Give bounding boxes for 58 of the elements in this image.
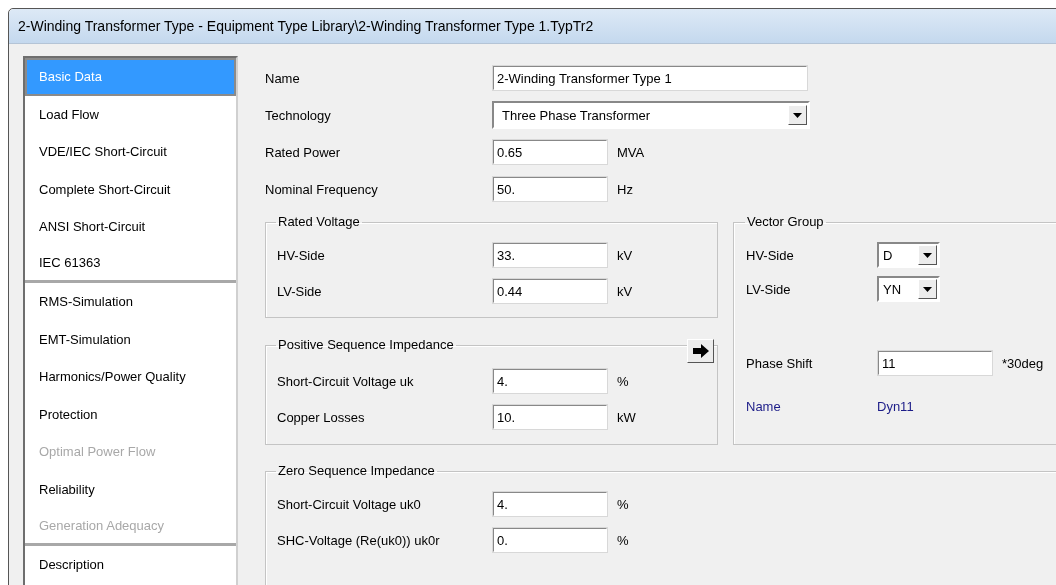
field-label: Copper Losses	[277, 409, 366, 425]
number-field[interactable]: 0.	[492, 527, 608, 553]
field-label: Name	[746, 398, 782, 414]
group-title: Rated Voltage	[277, 215, 361, 229]
right-arrow-icon	[692, 344, 709, 358]
field-label: LV-Side	[277, 283, 323, 299]
field-label: Name	[265, 70, 301, 86]
group-title: Positive Sequence Impedance	[277, 338, 455, 352]
sidebar-item[interactable]: Load Flow	[25, 95, 236, 133]
group-title: Vector Group	[746, 215, 825, 229]
field-label: Short-Circuit Voltage uk	[277, 373, 415, 389]
number-field[interactable]: 10.	[492, 404, 608, 430]
number-field[interactable]: 11	[877, 350, 993, 376]
field-label: HV-Side	[277, 247, 326, 263]
field-label: Nominal Frequency	[265, 181, 379, 197]
sidebar-item[interactable]: Description	[25, 545, 236, 583]
sidebar-item[interactable]: ANSI Short-Circuit	[25, 208, 236, 246]
unit-label: kV	[617, 283, 633, 299]
sidebar-item[interactable]: IEC 61363	[25, 245, 236, 283]
number-field[interactable]: 4.	[492, 491, 608, 517]
unit-label: kV	[617, 247, 633, 263]
group-title: Zero Sequence Impedance	[277, 464, 436, 478]
dropdown[interactable]: D	[877, 242, 940, 268]
dropdown[interactable]: Three Phase Transformer	[492, 101, 810, 129]
unit-label: %	[617, 496, 629, 512]
unit-label: Hz	[617, 181, 633, 197]
window-title: 2-Winding Transformer Type - Equipment Type Library\2-Winding Transformer Type 1.TypTr2	[9, 9, 1056, 44]
number-field[interactable]: 33.	[492, 242, 608, 268]
sidebar-item[interactable]: RMS-Simulation	[25, 283, 236, 321]
dropdown[interactable]: YN	[877, 276, 940, 302]
number-field[interactable]: 0.65	[492, 139, 608, 165]
unit-label: MVA	[617, 144, 645, 160]
caret-icon	[923, 252, 932, 258]
vector-group-name: Dyn11	[877, 398, 914, 414]
field-label: SHC-Voltage (Re(uk0)) uk0r	[277, 532, 441, 548]
sidebar-item[interactable]: EMT-Simulation	[25, 320, 236, 358]
sidebar-item[interactable]: Complete Short-Circuit	[25, 170, 236, 208]
sidebar-item[interactable]: Protection	[25, 395, 236, 433]
number-field[interactable]: 50.	[492, 176, 608, 202]
unit-label: kW	[617, 409, 636, 425]
field-label: Short-Circuit Voltage uk0	[277, 496, 422, 512]
sidebar-item[interactable]: Reliability	[25, 470, 236, 508]
unit-label: *30deg	[1002, 355, 1044, 371]
sidebar-item[interactable]: Harmonics/Power Quality	[25, 358, 236, 396]
unit-label: %	[617, 532, 629, 548]
field-label: LV-Side	[746, 281, 792, 297]
caret-icon	[793, 112, 802, 118]
number-field[interactable]: 4.	[492, 368, 608, 394]
sidebar-item[interactable]: VDE/IEC Short-Circuit	[25, 133, 236, 171]
unit-label: %	[617, 373, 629, 389]
field-label: Phase Shift	[746, 355, 814, 371]
arrow-button[interactable]	[687, 339, 714, 363]
number-field[interactable]: 0.44	[492, 278, 608, 304]
text-field[interactable]: 2-Winding Transformer Type 1	[492, 65, 808, 91]
field-label: HV-Side	[746, 247, 795, 263]
caret-icon	[923, 286, 932, 292]
field-label: Rated Power	[265, 144, 342, 160]
field-label: Technology	[265, 107, 332, 123]
